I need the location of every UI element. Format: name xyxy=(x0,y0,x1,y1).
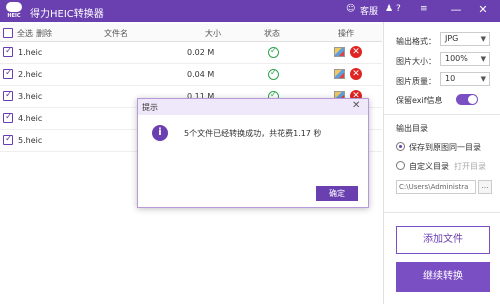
column-filename: 文件名 xyxy=(104,29,128,38)
logo-text: HEIC xyxy=(7,13,21,19)
kefu-button[interactable]: 客服 xyxy=(360,4,378,17)
table-row[interactable]: 2.heic 0.04 M ✕ xyxy=(0,64,382,86)
size-value: 100% xyxy=(445,54,468,63)
quality-select[interactable]: 10 ▼ xyxy=(440,72,490,86)
same-dir-label[interactable]: 保存到原图同一目录 xyxy=(409,142,481,153)
divider xyxy=(384,114,500,115)
size-select[interactable]: 100% ▼ xyxy=(440,52,490,66)
chevron-down-icon: ▼ xyxy=(480,75,486,83)
delete-icon[interactable]: ✕ xyxy=(350,46,362,58)
convert-button[interactable]: 继续转换 xyxy=(396,262,490,292)
help-button[interactable]: ? xyxy=(396,4,401,14)
file-name: 1.heic xyxy=(18,48,43,57)
chevron-down-icon: ▼ xyxy=(480,35,486,43)
output-path-field[interactable]: C:\Users\Administra xyxy=(396,180,476,194)
file-size: 0.04 M xyxy=(187,70,215,79)
chevron-down-icon: ▼ xyxy=(480,55,486,63)
divider xyxy=(384,212,500,213)
row-checkbox[interactable] xyxy=(3,90,13,101)
file-size: 0.02 M xyxy=(187,48,215,57)
row-checkbox[interactable] xyxy=(3,134,13,145)
image-preview-icon[interactable] xyxy=(334,47,345,57)
exif-toggle[interactable] xyxy=(456,94,478,105)
success-icon xyxy=(268,46,279,58)
custom-dir-label[interactable]: 自定义目录 xyxy=(409,161,449,172)
delete-icon[interactable]: ✕ xyxy=(350,68,362,80)
delete-selected-link[interactable]: 删除 xyxy=(36,28,52,39)
output-dir-title: 输出目录 xyxy=(396,124,428,133)
file-name: 5.heic xyxy=(18,136,43,145)
app-title: 得力HEIC转换器 xyxy=(30,9,104,20)
file-name: 4.heic xyxy=(18,114,43,123)
select-all-label[interactable]: 全选 xyxy=(17,28,33,39)
custom-dir-radio[interactable] xyxy=(396,161,405,170)
size-label: 图片大小： xyxy=(396,57,436,66)
dialog-ok-button[interactable]: 确定 xyxy=(316,186,358,201)
open-dir-link[interactable]: 打开目录 xyxy=(454,161,486,172)
format-label: 输出格式： xyxy=(396,37,436,46)
dialog-message: 5个文件已经转换成功，共花费1.17 秒 xyxy=(184,129,322,138)
row-checkbox[interactable] xyxy=(3,112,13,123)
menu-icon[interactable]: ≡ xyxy=(420,4,428,14)
format-select[interactable]: JPG ▼ xyxy=(440,32,490,46)
dialog-title: 提示 xyxy=(142,103,158,112)
file-table-header: 全选 删除 文件名 大小 状态 操作 xyxy=(0,24,382,42)
quality-label: 图片质量： xyxy=(396,77,436,86)
success-dialog: 提示 ✕ i 5个文件已经转换成功，共花费1.17 秒 确定 xyxy=(137,98,369,208)
image-preview-icon[interactable] xyxy=(334,69,345,79)
add-files-button[interactable]: 添加文件 xyxy=(396,226,490,254)
row-checkbox[interactable] xyxy=(3,68,13,79)
app-logo-icon: HEIC xyxy=(4,2,24,20)
success-icon xyxy=(268,68,279,80)
same-dir-radio[interactable] xyxy=(396,142,405,151)
user-icon[interactable]: ♟ xyxy=(385,4,393,14)
dialog-close-icon[interactable]: ✕ xyxy=(352,100,360,111)
minimize-button[interactable]: — xyxy=(449,3,463,17)
format-value: JPG xyxy=(445,34,459,43)
quality-value: 10 xyxy=(445,74,456,83)
file-name: 3.heic xyxy=(18,92,43,101)
title-bar: HEIC 得力HEIC转换器 ☺ 客服 ♟ ? ≡ — ✕ xyxy=(0,0,500,22)
settings-panel: 输出格式： JPG ▼ 图片大小： 100% ▼ 图片质量： 10 ▼ 保留ex… xyxy=(383,22,500,304)
info-icon: i xyxy=(152,125,168,141)
close-button[interactable]: ✕ xyxy=(476,3,490,17)
browse-button[interactable]: ... xyxy=(478,180,492,194)
table-row[interactable]: 1.heic 0.02 M ✕ xyxy=(0,42,382,64)
column-status: 状态 xyxy=(264,29,280,38)
select-all-checkbox[interactable] xyxy=(3,28,13,38)
column-size: 大小 xyxy=(205,29,221,38)
column-action: 操作 xyxy=(338,29,354,38)
headset-icon[interactable]: ☺ xyxy=(346,4,355,14)
row-checkbox[interactable] xyxy=(3,46,13,57)
dialog-header: 提示 ✕ xyxy=(138,99,368,115)
exif-label: 保留exif信息 xyxy=(396,96,443,105)
file-name: 2.heic xyxy=(18,70,43,79)
